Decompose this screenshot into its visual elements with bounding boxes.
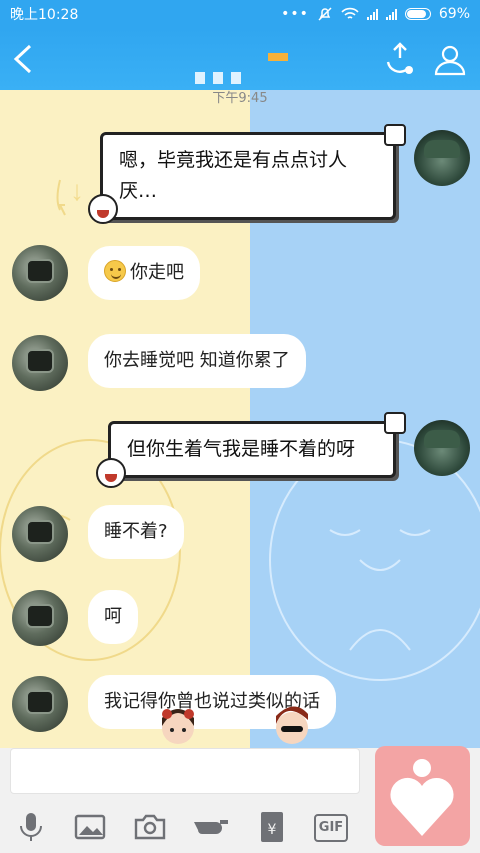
- contact-avatar[interactable]: [12, 245, 68, 301]
- contact-avatar[interactable]: [12, 590, 68, 646]
- microphone-icon[interactable]: [14, 810, 48, 844]
- status-time: 晚上10:28: [10, 7, 79, 23]
- boy-sticker-icon: [276, 706, 308, 744]
- signal-icon: [366, 8, 378, 20]
- message-text: 呵: [104, 606, 122, 627]
- message-bubble-received[interactable]: 呵: [88, 590, 138, 644]
- image-icon[interactable]: [73, 810, 107, 844]
- message-bubble-received[interactable]: 你走吧: [88, 246, 200, 300]
- heart-float-button[interactable]: [375, 746, 470, 846]
- contact-avatar[interactable]: [12, 335, 68, 391]
- bubble-decoration-icon: [384, 124, 406, 146]
- my-avatar[interactable]: [414, 420, 470, 476]
- message-bubble-sent[interactable]: 嗯，毕竟我还是有点点讨人厌…: [100, 132, 396, 220]
- gif-label: GIF: [318, 820, 344, 835]
- girl-sticker-icon: [162, 709, 194, 744]
- message-text: 你走吧: [130, 262, 184, 283]
- chat-area[interactable]: ↓ 下午9:45 嗯，毕竟我还是有点点讨人厌… 你走吧 你去睡觉吧 知道你累了 …: [0, 90, 480, 748]
- battery-level: 69%: [438, 6, 470, 22]
- message-timestamp: 下午9:45: [212, 91, 268, 106]
- camera-icon[interactable]: [133, 810, 167, 844]
- more-dots-icon: •••: [281, 6, 309, 22]
- message-text: 你去睡觉吧 知道你累了: [104, 350, 290, 371]
- my-avatar[interactable]: [414, 130, 470, 186]
- wifi-icon: [341, 7, 359, 19]
- message-text: 睡不着?: [104, 521, 168, 542]
- message-bubble-received[interactable]: 你去睡觉吧 知道你累了: [88, 334, 306, 388]
- bubble-decoration-icon: [384, 412, 406, 434]
- status-icons: ••• 69%: [281, 6, 470, 22]
- bubble-face-icon: [88, 194, 118, 224]
- status-bar: 晚上10:28 ••• 69%: [0, 0, 480, 28]
- battery-icon: [404, 8, 431, 20]
- contact-avatar[interactable]: [12, 506, 68, 562]
- message-input[interactable]: [10, 748, 360, 794]
- mute-icon: [318, 7, 332, 21]
- heart-icon: [390, 759, 454, 836]
- smile-emoji-icon: [104, 260, 126, 282]
- message-text: 但你生着气我是睡不着的呀: [127, 438, 356, 460]
- gif-icon[interactable]: GIF: [314, 814, 348, 842]
- signal-icon: [385, 8, 397, 20]
- contact-name[interactable]: [195, 72, 241, 84]
- phone-icon[interactable]: [380, 40, 420, 80]
- bubble-face-icon: [96, 458, 126, 488]
- message-bubble-received[interactable]: 睡不着?: [88, 505, 184, 559]
- svg-text:↓: ↓: [70, 175, 84, 206]
- gesture-icon[interactable]: [192, 810, 232, 844]
- chat-header: [0, 28, 480, 90]
- svg-text:¥: ¥: [268, 822, 277, 838]
- message-text: 嗯，毕竟我还是有点点讨人厌…: [119, 149, 348, 202]
- red-packet-icon[interactable]: ¥: [255, 810, 289, 844]
- person-icon[interactable]: [430, 40, 470, 80]
- contact-name-badge: [268, 53, 288, 61]
- message-bubble-sent[interactable]: 但你生着气我是睡不着的呀: [108, 421, 396, 478]
- chevron-left-icon[interactable]: [10, 42, 40, 76]
- contact-avatar[interactable]: [12, 676, 68, 732]
